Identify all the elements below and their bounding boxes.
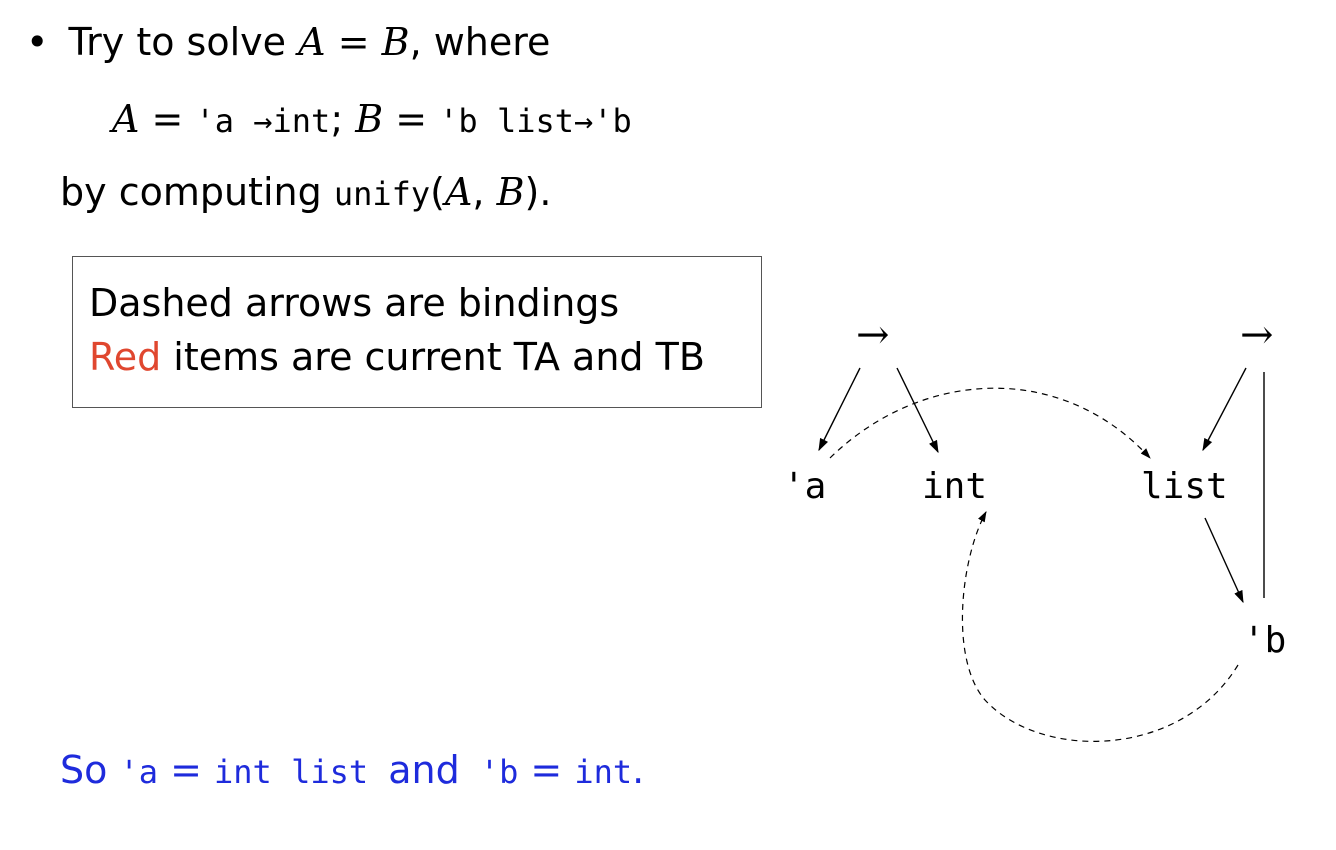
- conclusion-val-a: int list: [214, 753, 369, 791]
- conclusion-var-a: 'a: [119, 753, 158, 791]
- binding-b-to-int: [961, 511, 1239, 742]
- type-graph: [818, 367, 1265, 742]
- edge-arrow-to-a: [818, 367, 861, 452]
- conclusion-var-b: 'b: [479, 753, 519, 791]
- conclusion-eq2: =: [518, 748, 575, 792]
- conclusion-eq1: =: [158, 748, 214, 792]
- node-int: int: [922, 466, 988, 507]
- conclusion-and: and: [388, 748, 460, 792]
- conclusion-so: So: [60, 748, 108, 792]
- node-b: 'b: [1243, 620, 1287, 661]
- edge-arrow-to-int: [896, 367, 939, 454]
- edge-arrow-to-list: [1202, 367, 1247, 452]
- arrow-node-right: →: [1240, 312, 1274, 358]
- conclusion-val-b: int: [574, 753, 633, 791]
- node-a: 'a: [783, 466, 827, 507]
- conclusion-line: So 'a = int list and 'b = int.: [60, 748, 644, 792]
- node-list: list: [1141, 466, 1228, 507]
- binding-a-to-list: [829, 387, 1151, 459]
- conclusion-period: .: [632, 748, 645, 792]
- arrow-node-left: →: [856, 312, 890, 358]
- edge-list-to-b: [1204, 517, 1244, 604]
